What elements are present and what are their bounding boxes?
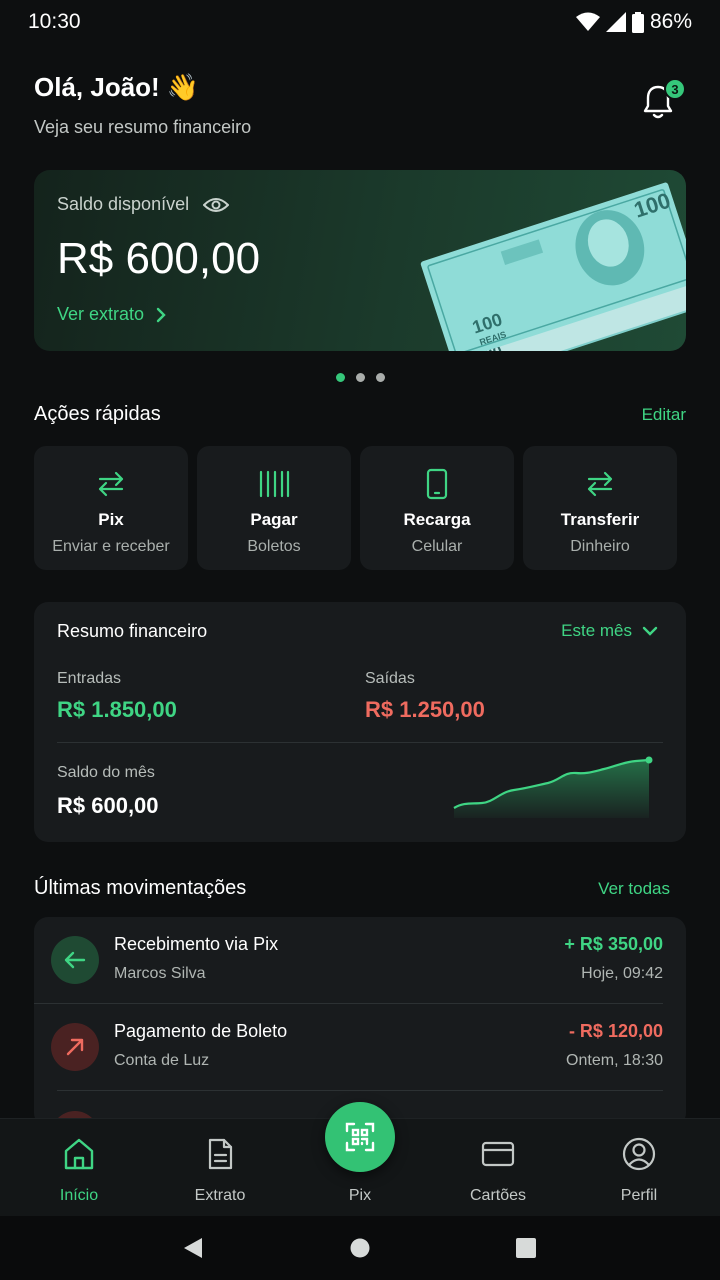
action-title: Pagar (250, 510, 298, 529)
summary-divider (57, 742, 663, 743)
transaction-divider (57, 1090, 663, 1091)
income-value: R$ 1.850,00 (57, 697, 177, 722)
battery-icon (631, 11, 644, 33)
carousel-dot[interactable] (376, 373, 385, 382)
transactions-list: Recebimento via Pix Marcos Silva + R$ 35… (34, 917, 686, 1127)
action-pay[interactable]: Pagar Boletos (197, 446, 351, 570)
view-statement-link[interactable]: Ver extrato (57, 304, 166, 325)
header: Olá, João! 👋 Veja seu resumo financeiro … (34, 72, 686, 142)
nav-statement[interactable]: Extrato (160, 1119, 280, 1217)
home-icon (64, 1138, 94, 1170)
action-subtitle: Boletos (247, 538, 301, 555)
period-selector[interactable]: Este mês (561, 621, 658, 641)
carousel-dot-active[interactable] (336, 373, 345, 382)
income-label: Entradas (57, 670, 122, 687)
incoming-icon (51, 936, 99, 984)
notification-badge: 3 (664, 78, 686, 100)
transactions-header: Últimas movimentações Ver todas (34, 877, 670, 900)
greeting: Olá, João! 👋 (34, 72, 200, 102)
qr-code-icon (345, 1122, 375, 1152)
barcode-icon (259, 470, 290, 498)
back-icon[interactable] (183, 1237, 203, 1259)
transaction-title: Recebimento via Pix (114, 934, 279, 954)
greeting-subtitle: Veja seu resumo financeiro (34, 117, 252, 137)
transaction-row[interactable]: Recebimento via Pix Marcos Silva + R$ 35… (34, 917, 686, 1003)
quick-actions-title: Ações rápidas (34, 403, 161, 425)
balance-value: R$ 600,00 (57, 234, 261, 283)
nav-cards[interactable]: Cartões (438, 1119, 558, 1217)
balance-trend-sparkline (453, 756, 653, 818)
financial-summary-card: Resumo financeiro Este mês Entradas R$ 1… (34, 602, 686, 842)
transaction-subtitle: Conta de Luz (114, 1052, 210, 1069)
quick-actions: Pix Enviar e receber Pagar Boletos Recar… (34, 446, 677, 570)
expense-value: R$ 1.250,00 (365, 697, 485, 722)
nav-label: Início (59, 1187, 99, 1204)
see-all-link[interactable]: Ver todas (598, 879, 670, 899)
chevron-right-icon (156, 307, 166, 322)
transaction-time: Ontem, 18:30 (566, 1052, 663, 1069)
nav-label: Pix (348, 1187, 372, 1204)
user-icon (622, 1137, 656, 1171)
status-bar: 10:30 86% (0, 0, 720, 44)
action-recharge[interactable]: Recarga Celular (360, 446, 514, 570)
carousel-dot[interactable] (356, 373, 365, 382)
battery-level: 86% (649, 10, 692, 33)
balance-card[interactable]: Saldo disponível R$ 600,00 Ver extrato 1… (34, 170, 686, 351)
outgoing-icon (51, 1023, 99, 1071)
card-icon (481, 1141, 515, 1167)
status-time: 10:30 (28, 10, 81, 33)
transaction-amount: + R$ 350,00 (564, 934, 663, 954)
balance-label: Saldo disponível (57, 194, 190, 214)
nav-label: Cartões (469, 1187, 527, 1204)
action-subtitle: Enviar e receber (52, 538, 170, 555)
carousel-indicator (336, 373, 385, 382)
transaction-amount: - R$ 120,00 (568, 1021, 663, 1041)
banknotes-illustration: 100 100 100 REAIS (420, 182, 686, 351)
status-icons: 86% (575, 10, 692, 34)
expense-label: Saídas (365, 670, 415, 687)
system-navigation-bar (0, 1216, 720, 1280)
document-icon (208, 1138, 233, 1170)
action-title: Pix (98, 510, 124, 529)
action-pix[interactable]: Pix Enviar e receber (34, 446, 188, 570)
summary-title: Resumo financeiro (57, 621, 208, 641)
home-circle-icon[interactable] (350, 1238, 370, 1258)
month-balance-value: R$ 600,00 (57, 793, 159, 818)
action-subtitle: Dinheiro (570, 538, 630, 555)
pix-fab-button[interactable] (325, 1102, 395, 1172)
transaction-title: Pagamento de Boleto (114, 1021, 288, 1041)
transaction-time: Hoje, 09:42 (581, 965, 663, 982)
notifications-button[interactable]: 3 (642, 78, 686, 124)
nav-home[interactable]: Início (19, 1119, 139, 1217)
view-statement-label: Ver extrato (57, 304, 145, 324)
quick-actions-header: Ações rápidas Editar (34, 403, 686, 426)
transactions-title: Últimas movimentações (34, 877, 247, 899)
recents-icon[interactable] (516, 1238, 536, 1258)
period-label: Este mês (561, 621, 632, 640)
action-title: Recarga (403, 510, 471, 529)
transfer-arrows-icon (587, 471, 613, 497)
phone-icon (426, 468, 448, 500)
edit-actions-link[interactable]: Editar (642, 405, 686, 425)
nav-profile[interactable]: Perfil (579, 1119, 699, 1217)
signal-icon (605, 12, 626, 32)
nav-label: Extrato (194, 1187, 246, 1204)
eye-icon[interactable] (203, 196, 230, 214)
balance-label-row: Saldo disponível (57, 194, 230, 215)
action-title: Transferir (560, 510, 640, 529)
transaction-row[interactable]: Pagamento de Boleto Conta de Luz - R$ 12… (34, 1004, 686, 1090)
wifi-icon (575, 12, 600, 31)
action-subtitle: Celular (411, 538, 463, 555)
transfer-arrows-icon (98, 471, 124, 497)
chevron-down-icon (642, 626, 658, 636)
action-transfer[interactable]: Transferir Dinheiro (523, 446, 677, 570)
nav-label: Perfil (620, 1187, 658, 1204)
transaction-subtitle: Marcos Silva (114, 965, 206, 982)
month-balance-label: Saldo do mês (57, 764, 155, 781)
